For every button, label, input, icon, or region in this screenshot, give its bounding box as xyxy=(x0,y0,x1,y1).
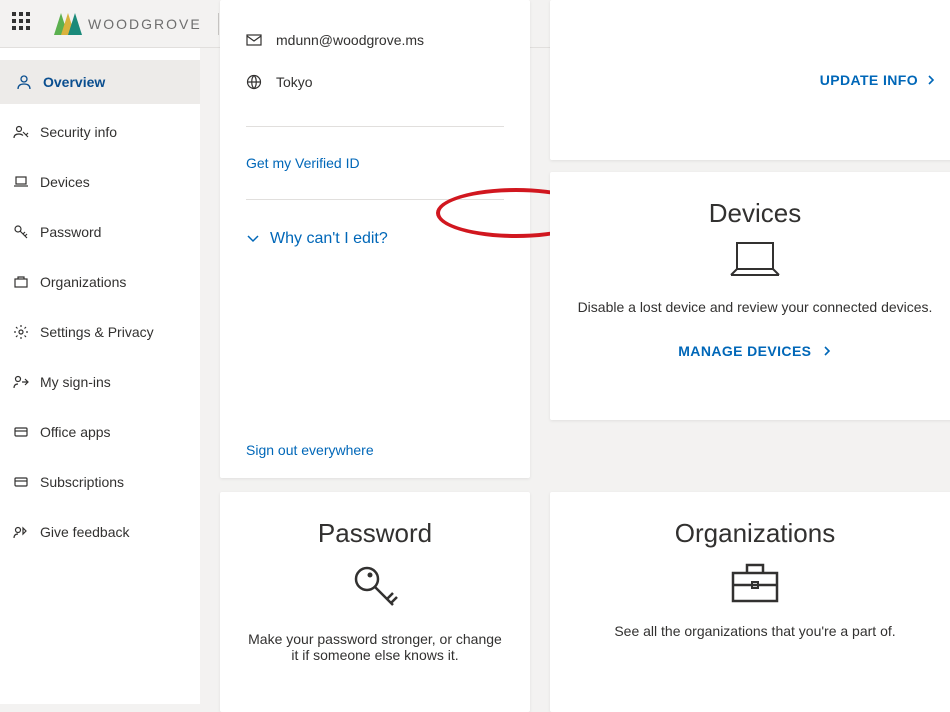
sidebar-item-subscriptions[interactable]: Subscriptions xyxy=(0,460,200,504)
profile-region: Tokyo xyxy=(276,74,313,90)
briefcase-icon xyxy=(12,273,30,291)
sidebar-item-security[interactable]: Security info xyxy=(0,110,200,154)
why-cant-edit-link[interactable]: Why can't I edit? xyxy=(246,230,504,248)
laptop-icon xyxy=(12,173,30,191)
sidebar-item-settings[interactable]: Settings & Privacy xyxy=(0,310,200,354)
sidebar-item-label: Devices xyxy=(40,174,90,190)
sidebar-item-label: Organizations xyxy=(40,274,126,290)
brand-name: WOODGROVE xyxy=(88,16,202,32)
chevron-down-icon xyxy=(246,232,260,246)
devices-card-desc: Disable a lost device and review your co… xyxy=(574,299,936,315)
sidebar-item-label: Office apps xyxy=(40,424,111,440)
organizations-card-title: Organizations xyxy=(574,518,936,549)
sidebar-item-office[interactable]: Office apps xyxy=(0,410,200,454)
app-launcher-icon[interactable] xyxy=(12,12,36,36)
sidebar-item-feedback[interactable]: Give feedback xyxy=(0,510,200,554)
password-card-desc: Make your password stronger, or change i… xyxy=(244,631,506,663)
sidebar-item-organizations[interactable]: Organizations xyxy=(0,260,200,304)
sidebar-item-label: My sign-ins xyxy=(40,374,111,390)
sidebar-item-label: Settings & Privacy xyxy=(40,324,154,340)
sign-out-everywhere-link[interactable]: Sign out everywhere xyxy=(246,442,504,458)
profile-card: mdunn@woodgrove.ms Tokyo Get my Verified… xyxy=(220,0,530,478)
brand: WOODGROVE xyxy=(54,13,219,35)
devices-card: Devices Disable a lost device and review… xyxy=(550,172,950,420)
manage-devices-link[interactable]: MANAGE DEVICES xyxy=(574,343,936,359)
sidebar-item-password[interactable]: Password xyxy=(0,210,200,254)
chevron-right-icon xyxy=(822,346,832,356)
update-info-text: UPDATE INFO xyxy=(820,72,918,88)
sidebar-item-label: Security info xyxy=(40,124,117,140)
sidebar-item-label: Password xyxy=(40,224,101,240)
card-icon xyxy=(12,473,30,491)
sidebar-item-overview[interactable]: Overview xyxy=(0,60,200,104)
password-card: Password Make your password stronger, or… xyxy=(220,492,530,712)
chevron-right-icon xyxy=(926,75,936,85)
apps-icon xyxy=(12,423,30,441)
sidebar: Overview Security info Devices Password xyxy=(0,48,200,704)
mail-icon xyxy=(246,32,262,48)
organizations-card: Organizations See all the organizations … xyxy=(550,492,950,712)
globe-icon xyxy=(246,74,262,90)
get-verified-id-link[interactable]: Get my Verified ID xyxy=(246,155,504,171)
key-icon xyxy=(347,559,403,615)
person-icon xyxy=(15,73,33,91)
gear-icon xyxy=(12,323,30,341)
update-info-card: UPDATE INFO xyxy=(550,0,950,160)
profile-email: mdunn@woodgrove.ms xyxy=(276,32,424,48)
signin-icon xyxy=(12,373,30,391)
key-icon xyxy=(12,223,30,241)
manage-devices-text: MANAGE DEVICES xyxy=(678,343,811,359)
sidebar-item-signins[interactable]: My sign-ins xyxy=(0,360,200,404)
briefcase-icon xyxy=(727,559,783,607)
password-card-title: Password xyxy=(244,518,506,549)
sidebar-item-label: Overview xyxy=(43,74,105,90)
sidebar-item-label: Give feedback xyxy=(40,524,130,540)
organizations-card-desc: See all the organizations that you're a … xyxy=(574,623,936,639)
laptop-icon xyxy=(727,239,783,283)
woodgrove-logo-icon xyxy=(54,13,82,35)
devices-card-title: Devices xyxy=(574,198,936,229)
sidebar-item-devices[interactable]: Devices xyxy=(0,160,200,204)
feedback-icon xyxy=(12,523,30,541)
sidebar-item-label: Subscriptions xyxy=(40,474,124,490)
why-link-text: Why can't I edit? xyxy=(270,230,388,248)
key-person-icon xyxy=(12,123,30,141)
update-info-link[interactable]: UPDATE INFO xyxy=(820,72,936,88)
